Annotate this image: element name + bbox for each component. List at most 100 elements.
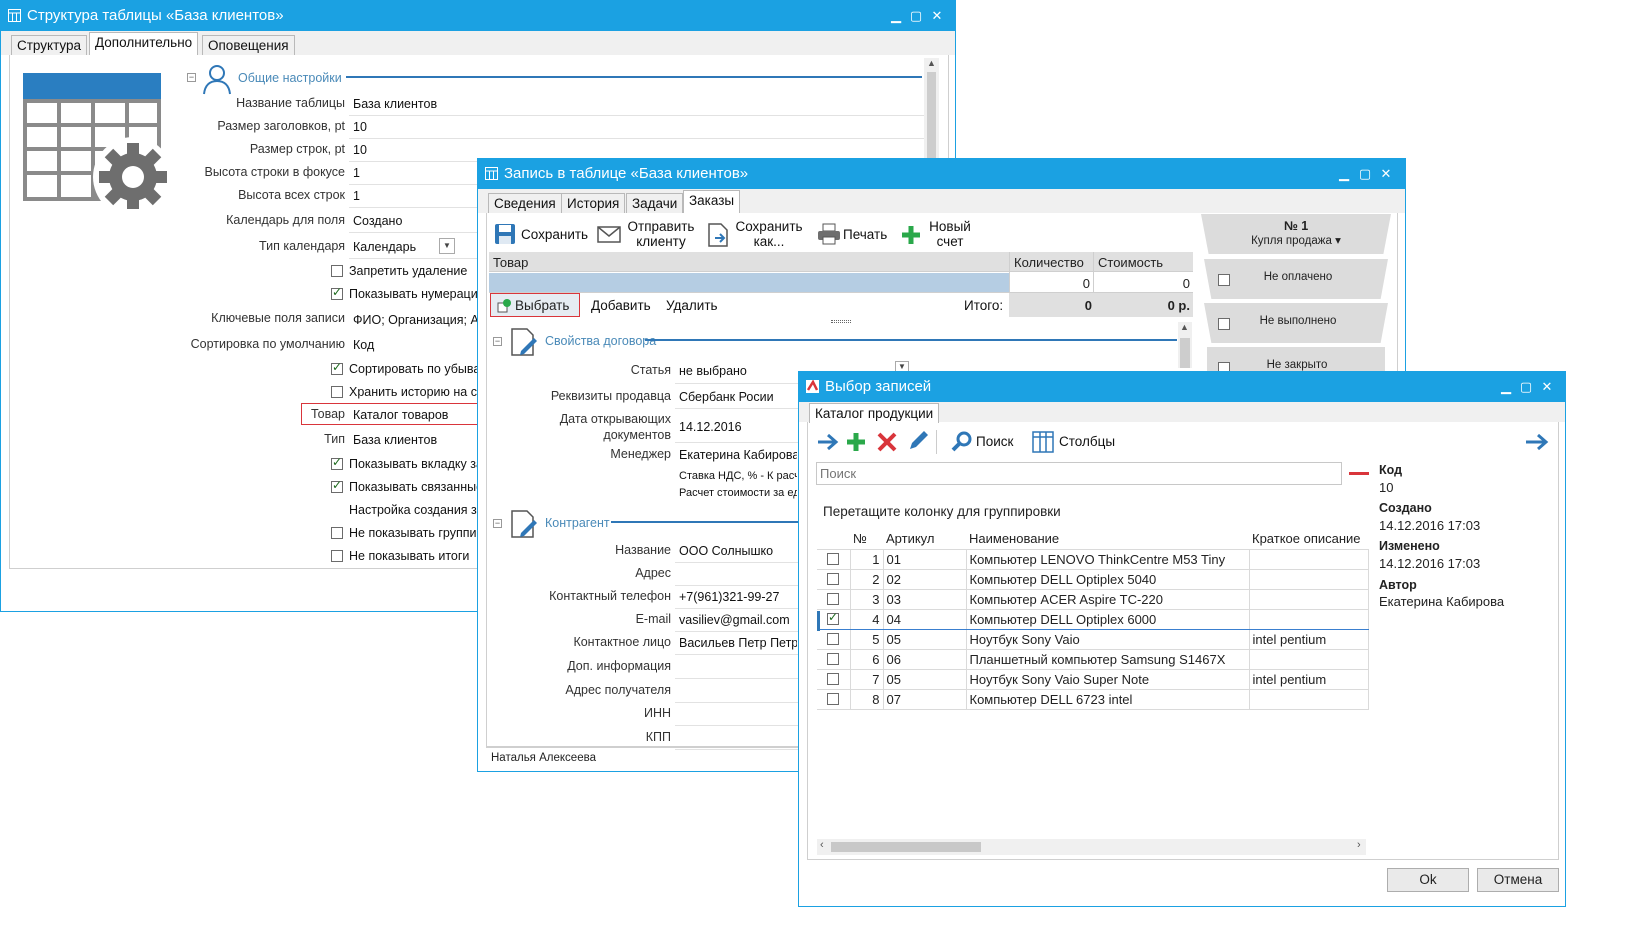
tab-tasks[interactable]: Задачи [626,193,684,213]
contractor-field-value[interactable]: vasiliev@gmail.com [679,613,797,627]
table-row[interactable]: 2 02 Компьютер DELL Optiplex 5040 [817,569,1369,590]
checkbox-forbid-delete[interactable] [331,265,343,277]
status-done[interactable]: Не выполнено [1204,303,1388,343]
maximize-button[interactable]: ▢ [1515,372,1537,402]
type-value[interactable]: База клиентов [353,433,477,447]
contractor-field-value[interactable]: Васильев Петр Петрович [679,636,797,650]
row-checkbox[interactable] [827,672,839,685]
row-checkbox-cell[interactable] [817,549,851,570]
documents-date-value[interactable]: 14.12.2016 [679,420,797,434]
checkbox-show-orders-tab[interactable] [331,455,343,470]
scrollbar[interactable]: ▲ [924,58,939,161]
status-paid[interactable]: Не оплачено [1204,259,1388,299]
row-checkbox[interactable] [827,592,839,605]
checkbox-show-linked[interactable] [331,478,343,493]
cancel-button[interactable]: Отмена [1477,868,1559,892]
row-checkbox[interactable] [827,652,839,665]
manager-value[interactable]: Екатерина Кабирова [679,448,797,462]
print-button[interactable]: Печать [843,227,887,242]
scroll-thumb[interactable] [831,842,981,852]
row-checkbox-cell[interactable] [817,589,851,610]
search-button[interactable]: Поиск [976,434,1013,449]
sort-value[interactable]: Код [353,338,473,352]
row-checkbox-cell[interactable] [817,689,851,710]
row-checkbox[interactable] [827,552,839,565]
close-button[interactable]: ✕ [1536,372,1558,402]
row-checkbox-cell[interactable] [817,608,851,630]
row-checkbox[interactable] [827,572,839,585]
close-button[interactable]: ✕ [1375,159,1397,189]
status-order[interactable]: № 1 Купля продажа ▾ [1201,214,1391,254]
maximize-button[interactable]: ▢ [905,1,927,31]
collapse-toggle[interactable]: − [493,337,502,346]
columns-button[interactable]: Столбцы [1059,434,1115,449]
tab-notifications[interactable]: Оповещения [202,35,295,55]
delete-icon[interactable] [877,432,897,452]
column-header-article[interactable]: Артикул [883,529,966,550]
row-checkbox[interactable] [827,692,839,705]
row-checkbox-cell[interactable] [817,629,851,650]
column-header-name[interactable]: Наименование [966,529,1249,550]
table-row[interactable]: 3 03 Компьютер ACER Aspire TC-220 [817,589,1369,610]
tab-additional[interactable]: Дополнительно [89,32,199,55]
minimize-button[interactable]: ▁ [885,1,907,31]
field-value[interactable]: Создано [353,214,477,228]
checkbox-paid[interactable] [1218,274,1230,286]
status-closed[interactable]: Не закрыто [1207,347,1385,374]
ok-button[interactable]: Ok [1387,868,1469,892]
contractor-field-value[interactable]: +7(961)321-99-27 [679,590,797,604]
vat-rate[interactable]: Ставка НДС, % - К расчету [679,470,797,482]
table-row[interactable]: 1 01 Компьютер LENOVO ThinkCentre M53 Tiny [817,549,1369,570]
tab-structure[interactable]: Структура [11,35,88,55]
column-header-item[interactable]: Товар [493,255,528,270]
scrollbar[interactable]: ▲ [1178,322,1192,368]
field-value[interactable]: 1 [353,189,477,203]
add-icon[interactable] [846,432,866,452]
tab-product-catalog[interactable]: Каталог продукции [809,403,940,423]
horizontal-scrollbar[interactable]: ‹ › [817,839,1366,855]
checkbox-keep-history[interactable] [331,386,343,398]
checkbox-hide-grouping[interactable] [331,527,343,539]
window-titlebar[interactable]: Структура таблицы «База клиентов» [1,1,955,31]
maximize-button[interactable]: ▢ [1354,159,1376,189]
collapse-toggle[interactable]: − [187,73,196,82]
table-row[interactable]: 404Компьютер DELL Optiplex 6000 [817,608,1369,630]
checkbox-hide-totals[interactable] [331,550,343,562]
checkbox-done[interactable] [1218,318,1230,330]
checkbox-sort-desc[interactable] [331,360,343,375]
row-checkbox-cell[interactable] [817,669,851,690]
tab-orders[interactable]: Заказы [683,190,741,213]
table-row[interactable]: 7 05 Ноутбук Sony Vaio Super Note intel pen… [817,669,1369,690]
edit-icon[interactable] [907,430,929,452]
window-titlebar[interactable]: Выбор записей [799,372,1565,402]
cost-cell[interactable]: 0 [1094,276,1190,291]
clear-search-icon[interactable] [1349,472,1369,475]
minimize-button[interactable]: ▁ [1495,372,1517,402]
field-value[interactable]: 1 [353,166,477,180]
grid-row-selected[interactable] [489,273,1009,292]
row-checkbox-cell[interactable] [817,649,851,670]
unit-cost-calc[interactable]: Расчет стоимости за единицу [679,487,797,499]
tab-history[interactable]: История [561,193,626,213]
column-header-qty[interactable]: Количество [1014,255,1084,270]
row-checkbox[interactable] [827,610,839,625]
splitter-grip[interactable] [831,320,851,323]
arrow-right-icon[interactable] [1525,432,1549,452]
close-button[interactable]: ✕ [926,1,948,31]
table-row[interactable]: 8 07 Компьютер DELL 6723 intel [817,689,1369,710]
arrow-right-icon[interactable] [817,432,839,452]
table-row[interactable]: 5 05 Ноутбук Sony Vaio intel pentium [817,629,1369,650]
scroll-left-icon[interactable]: ‹ [820,839,824,851]
add-button[interactable]: Добавить [591,298,651,313]
article-value[interactable]: не выбрано [679,364,797,378]
column-header-desc[interactable]: Краткое описание [1249,529,1368,550]
record-creation-settings[interactable]: Настройка создания записей [349,503,479,517]
tovar-value[interactable]: Каталог товаров [353,408,477,422]
choose-button[interactable]: Выбрать [490,293,580,317]
order-kind[interactable]: Купля продажа ▾ [1201,233,1391,247]
dropdown-arrow-icon[interactable]: ▼ [439,238,455,254]
qty-cell[interactable]: 0 [1010,276,1090,291]
table-row[interactable]: 6 06 Планшетный компьютер Samsung S1467X [817,649,1369,670]
save-button[interactable]: Сохранить [521,227,588,242]
send-to-client-button[interactable]: Отправить клиенту [626,219,696,249]
